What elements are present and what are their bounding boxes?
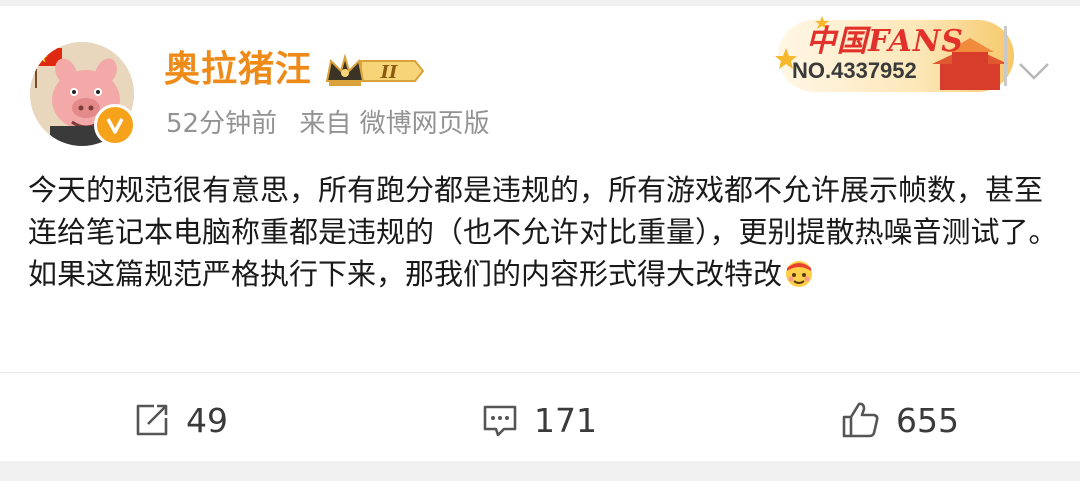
fan-card-title: 中国FANS <box>806 24 964 59</box>
comment-button[interactable]: 171 <box>480 396 597 444</box>
vip-crown-badge[interactable]: II <box>323 51 427 91</box>
like-button[interactable]: 655 <box>840 396 959 444</box>
weibo-post-card: 奥拉猪汪 II 52分钟前 来自 微博网页版 中国FANS NO.4337952… <box>0 6 1080 461</box>
username[interactable]: 奥拉猪汪 <box>164 48 312 92</box>
post-meta: 52分钟前 来自 微博网页版 <box>166 106 504 142</box>
post-time: 52分钟前 <box>166 109 278 139</box>
emoji-icon <box>786 261 813 287</box>
post-text-paragraph-2: 如果这篇规范严格执行下来，那我们的内容形式得大改特改 <box>28 253 1058 295</box>
fan-card-number: NO.4337952 <box>792 58 917 83</box>
repost-count: 49 <box>186 400 228 440</box>
fan-card[interactable]: 中国FANS NO.4337952 <box>770 12 1020 96</box>
vip-level: II <box>380 62 398 83</box>
post-source[interactable]: 来自 微博网页版 <box>299 109 489 139</box>
repost-button[interactable]: 49 <box>132 396 228 444</box>
divider <box>0 372 1080 373</box>
post-text-paragraph-2-text: 如果这篇规范严格执行下来，那我们的内容形式得大改特改 <box>28 257 783 291</box>
repost-icon <box>136 404 168 436</box>
verified-icon <box>94 104 136 146</box>
comment-icon <box>483 405 517 437</box>
post-content: 今天的规范很有意思，所有跑分都是违规的，所有游戏都不允许展示帧数，甚至连给笔记本… <box>28 169 1058 295</box>
post-text-paragraph-1: 今天的规范很有意思，所有跑分都是违规的，所有游戏都不允许展示帧数，甚至连给笔记本… <box>28 173 1058 249</box>
like-count: 655 <box>896 400 959 440</box>
like-icon <box>842 402 879 438</box>
comment-count: 171 <box>534 400 597 440</box>
chevron-down-icon[interactable] <box>1014 56 1054 86</box>
